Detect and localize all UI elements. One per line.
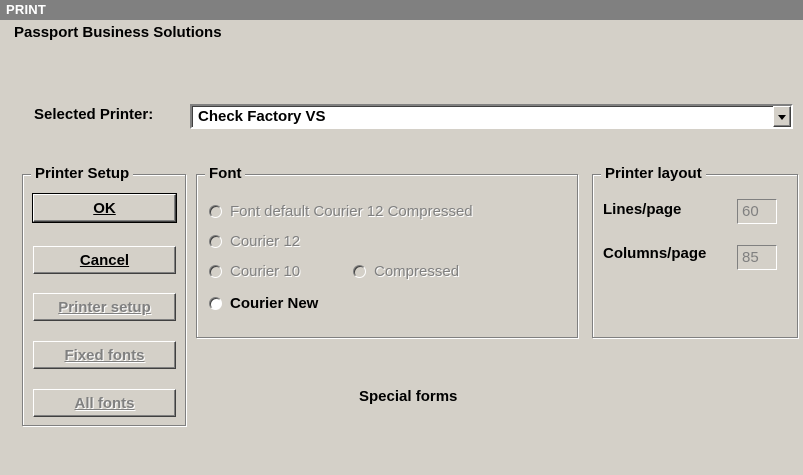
printer-layout-group: Printer layout Lines/page 60 Columns/pag… [592, 165, 798, 338]
printer-layout-title: Printer layout [601, 165, 706, 183]
dropdown-arrow-icon[interactable] [773, 106, 791, 127]
company-name: Passport Business Solutions [14, 24, 222, 41]
special-forms-label: Special forms [359, 388, 458, 405]
font-group: Font Font default Courier 12 Compressed … [196, 165, 578, 338]
courier-new-option[interactable]: Courier New [209, 295, 318, 312]
font-option-label: Courier 10 [230, 263, 301, 280]
columns-per-page-label: Columns/page [603, 245, 707, 262]
font-group-title: Font [205, 165, 246, 183]
radio-icon [209, 297, 222, 310]
compressed-option[interactable]: Compressed [353, 263, 459, 280]
cancel-button[interactable]: Cancel [33, 246, 176, 274]
printer-select[interactable]: Check Factory VS [190, 104, 793, 129]
courier-12-option[interactable]: Courier 12 [209, 233, 300, 250]
printer-select-value: Check Factory VS [198, 108, 326, 125]
printer-setup-group: Printer Setup OK Cancel Printer setup Fi… [22, 165, 186, 426]
printer-setup-title: Printer Setup [31, 165, 134, 183]
font-option-label: Compressed [374, 263, 460, 280]
printer-setup-button[interactable]: Printer setup [33, 293, 176, 321]
radio-icon [209, 205, 222, 218]
font-option-label: Courier 12 [230, 233, 301, 250]
font-default-option[interactable]: Font default Courier 12 Compressed [209, 203, 473, 220]
font-option-label: Font default Courier 12 Compressed [230, 203, 473, 220]
all-fonts-button[interactable]: All fonts [33, 389, 176, 417]
lines-per-page-label: Lines/page [603, 201, 682, 218]
lines-per-page-field[interactable]: 60 [737, 199, 777, 224]
radio-icon [209, 265, 222, 278]
radio-icon [209, 235, 222, 248]
courier-10-option[interactable]: Courier 10 [209, 263, 300, 280]
columns-per-page-field[interactable]: 85 [737, 245, 777, 270]
radio-icon [353, 265, 366, 278]
font-option-label: Courier New [230, 295, 319, 312]
ok-button[interactable]: OK [32, 193, 177, 223]
fixed-fonts-button[interactable]: Fixed fonts [33, 341, 176, 369]
window-title: PRINT [0, 0, 803, 20]
selected-printer-label: Selected Printer: [34, 106, 154, 123]
